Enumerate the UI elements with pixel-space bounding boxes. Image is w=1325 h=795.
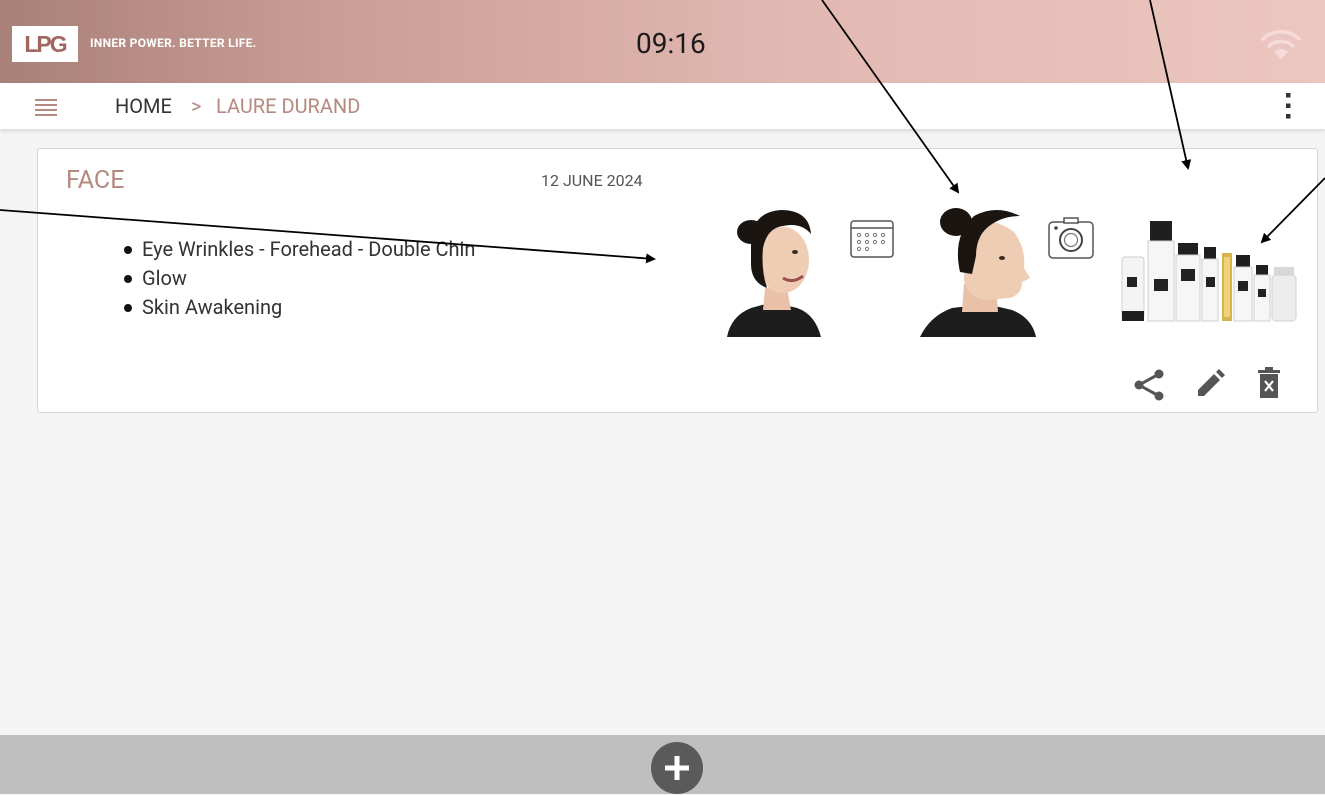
- app-header: LPG INNER POWER. BETTER LIFE. 09:16: [0, 0, 1325, 83]
- list-item: Skin Awakening: [118, 293, 475, 322]
- camera-icon[interactable]: [1048, 217, 1094, 259]
- nav-bar: HOME > LAURE DURAND: [0, 83, 1325, 129]
- list-item: Eye Wrinkles - Forehead - Double Chin: [118, 235, 475, 264]
- add-circle-icon[interactable]: [650, 741, 704, 795]
- after-photo[interactable]: [916, 204, 1046, 337]
- more-vert-icon[interactable]: [1282, 91, 1294, 121]
- card-date: 12 JUNE 2024: [541, 171, 643, 190]
- treatment-card[interactable]: FACE 12 JUNE 2024 Eye Wrinkles - Forehea…: [37, 148, 1318, 413]
- card-title: FACE: [66, 166, 125, 195]
- clock-time: 09:16: [636, 27, 706, 60]
- product-bottles-image[interactable]: [1120, 207, 1298, 323]
- brand-tagline: INNER POWER. BETTER LIFE.: [90, 36, 257, 50]
- wifi-icon: [1261, 30, 1301, 59]
- logo-text: LPG: [24, 30, 67, 57]
- share-icon[interactable]: [1132, 369, 1166, 401]
- breadcrumb-home[interactable]: HOME: [115, 94, 172, 118]
- delete-icon[interactable]: [1256, 367, 1282, 399]
- breadcrumb-separator: >: [191, 94, 202, 118]
- calendar-icon[interactable]: [850, 220, 894, 258]
- breadcrumb-current: LAURE DURAND: [216, 94, 361, 118]
- hamburger-menu-icon[interactable]: [35, 98, 57, 116]
- list-item: Glow: [118, 264, 475, 293]
- lpg-logo: LPG: [12, 26, 78, 62]
- before-photo[interactable]: [721, 204, 831, 337]
- edit-pencil-icon[interactable]: [1192, 369, 1226, 401]
- treatment-list: Eye Wrinkles - Forehead - Double Chin Gl…: [118, 235, 475, 322]
